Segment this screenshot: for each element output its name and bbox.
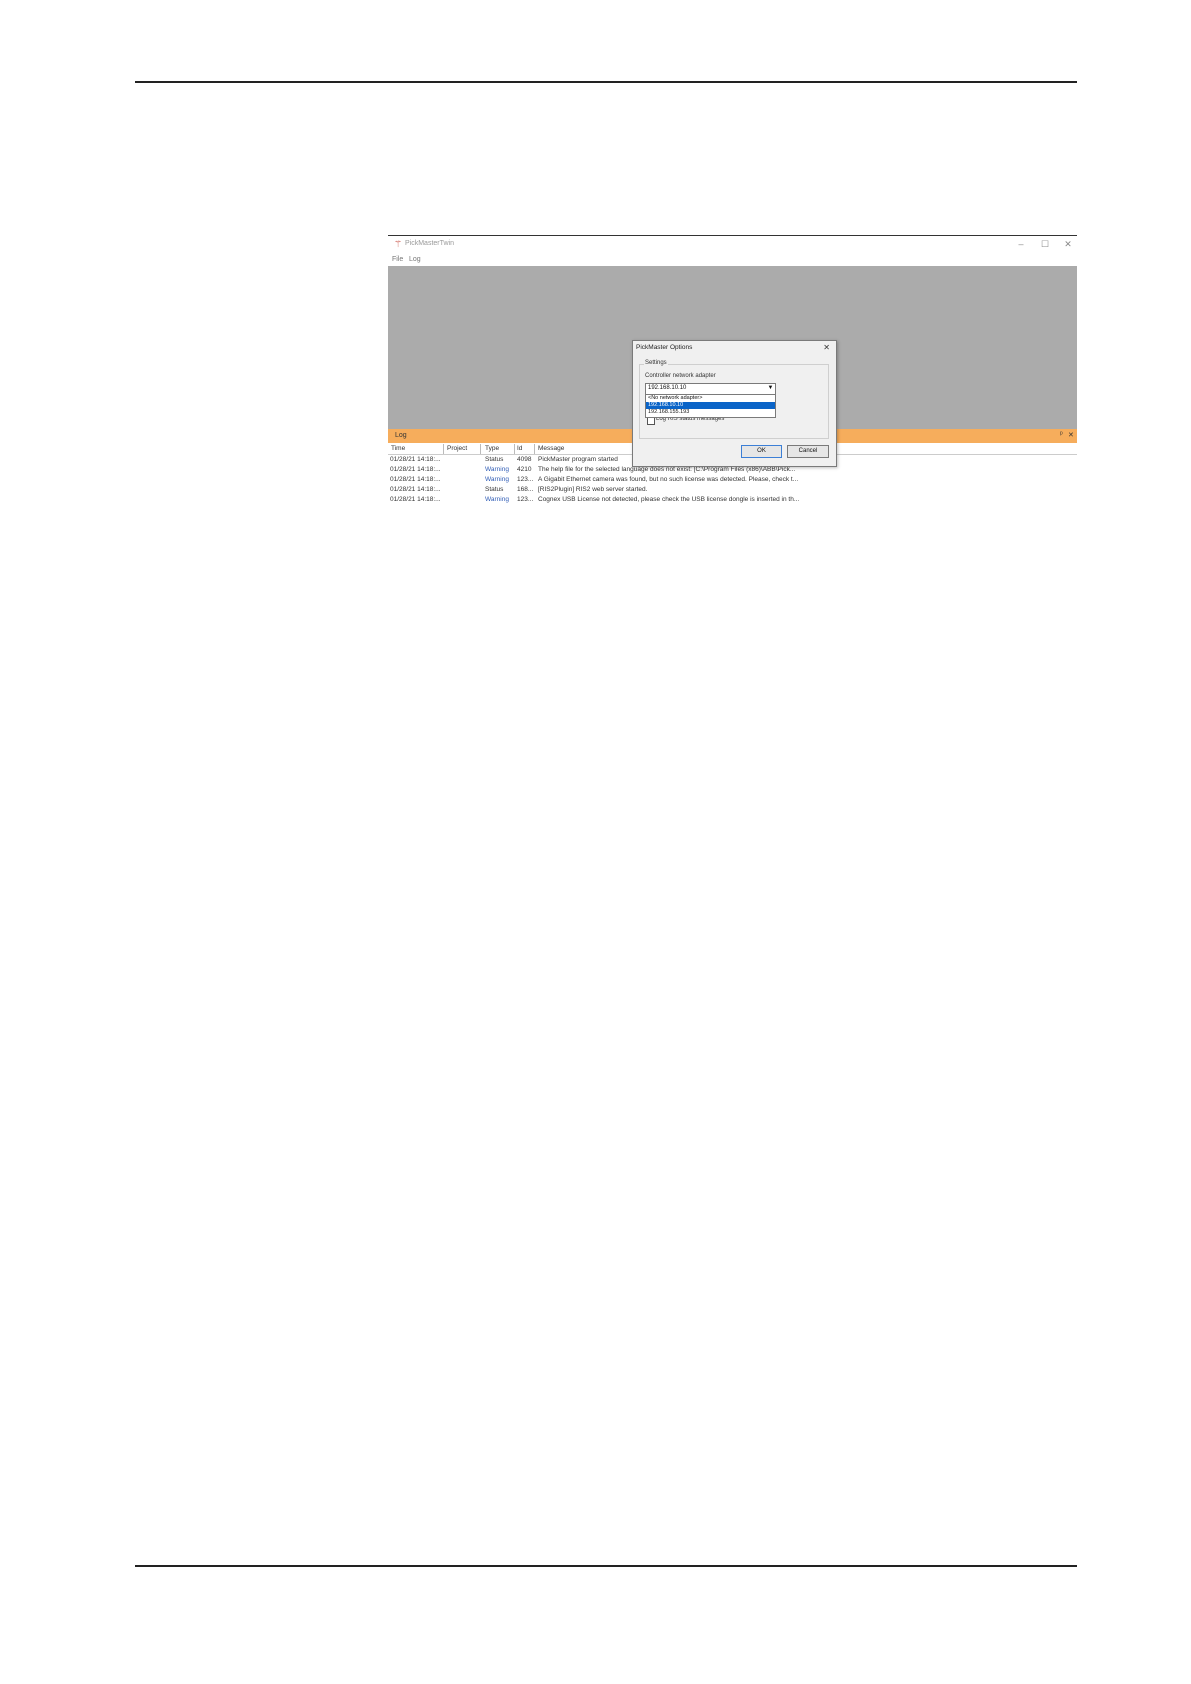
close-window-button[interactable]: ✕ [1061,238,1075,250]
window-title: PickMasterTwin [405,240,455,247]
log-panel-title: Log [395,432,407,439]
dropdown-arrow-icon[interactable]: ▼ [767,385,774,392]
column-divider[interactable] [534,444,535,454]
dialog-close-icon[interactable]: ✕ [823,343,830,352]
menu-file[interactable]: File [392,256,403,263]
network-adapter-dropdown-list: <No network adapter> 192.168.10.10 192.1… [645,394,776,418]
footer-rule [135,1565,1077,1567]
controller-network-adapter-label: Controller network adapter [645,373,716,379]
column-project[interactable]: Project [447,445,467,452]
log-id: 4210 [517,466,532,473]
log-message: Cognex USB License not detected, please … [538,496,800,503]
log-type: Warning [485,476,509,483]
menu-bar: File Log [388,254,1077,266]
log-id: 123... [517,496,534,503]
log-id: 168... [517,486,534,493]
log-id: 4098 [517,456,532,463]
log-time: 01/28/21 14:18:... [390,456,441,463]
header-rule [135,81,1077,83]
close-panel-icon[interactable]: ✕ [1068,431,1074,439]
column-divider[interactable] [514,444,515,454]
log-message: The help file for the selected language … [538,466,796,473]
log-time: 01/28/21 14:18:... [390,466,441,473]
column-type[interactable]: Type [485,445,499,452]
log-time: 01/28/21 14:18:... [390,496,441,503]
log-row[interactable]: 01/28/21 14:18:... Warning 123... A Giga… [388,475,1077,485]
maximize-button[interactable]: ☐ [1038,238,1052,250]
log-row[interactable]: 01/28/21 14:18:... Warning 123... Cognex… [388,495,1077,505]
network-adapter-value: 192.168.10.10 [648,385,687,391]
log-type: Warning [485,466,509,473]
dialog-title: PickMaster Options [636,344,693,351]
log-id: 123... [517,476,534,483]
menu-log[interactable]: Log [409,256,421,263]
log-type: Status [485,486,504,493]
ok-button[interactable]: OK [741,445,782,458]
log-type: Warning [485,496,509,503]
dropdown-option[interactable]: 192.168.155.193 [646,409,775,416]
column-divider[interactable] [480,444,481,454]
pickmaster-window-screenshot: ⚚ PickMasterTwin – ☐ ✕ File Log Log ᵖ ✕ … [388,235,1077,511]
log-message: A Gigabit Ethernet camera was found, but… [538,476,799,483]
column-id[interactable]: Id [517,445,522,452]
dropdown-option-selected[interactable]: 192.168.10.10 [646,402,775,409]
pin-icon[interactable]: ᵖ [1060,431,1063,438]
minimize-button[interactable]: – [1014,238,1028,250]
cancel-button[interactable]: Cancel [787,445,829,458]
app-logo-icon: ⚚ [394,239,403,249]
column-divider[interactable] [443,444,444,454]
dropdown-option[interactable]: <No network adapter> [646,395,775,402]
log-time: 01/28/21 14:18:... [390,476,441,483]
log-ris-status-checkbox[interactable] [647,417,655,425]
settings-group: Settings Controller network adapter 192.… [639,360,829,439]
log-type: Status [485,456,504,463]
log-message: [RIS2Plugin] RIS2 web server started. [538,486,648,493]
title-bar: ⚚ PickMasterTwin – ☐ ✕ [388,236,1077,254]
pickmaster-options-dialog: PickMaster Options ✕ Settings Controller… [632,340,837,467]
column-message[interactable]: Message [538,445,564,452]
log-row[interactable]: 01/28/21 14:18:... Status 168... [RIS2Pl… [388,485,1077,495]
settings-group-label: Settings [644,360,668,366]
log-message: PickMaster program started [538,456,618,463]
log-time: 01/28/21 14:18:... [390,486,441,493]
column-time[interactable]: Time [391,445,405,452]
